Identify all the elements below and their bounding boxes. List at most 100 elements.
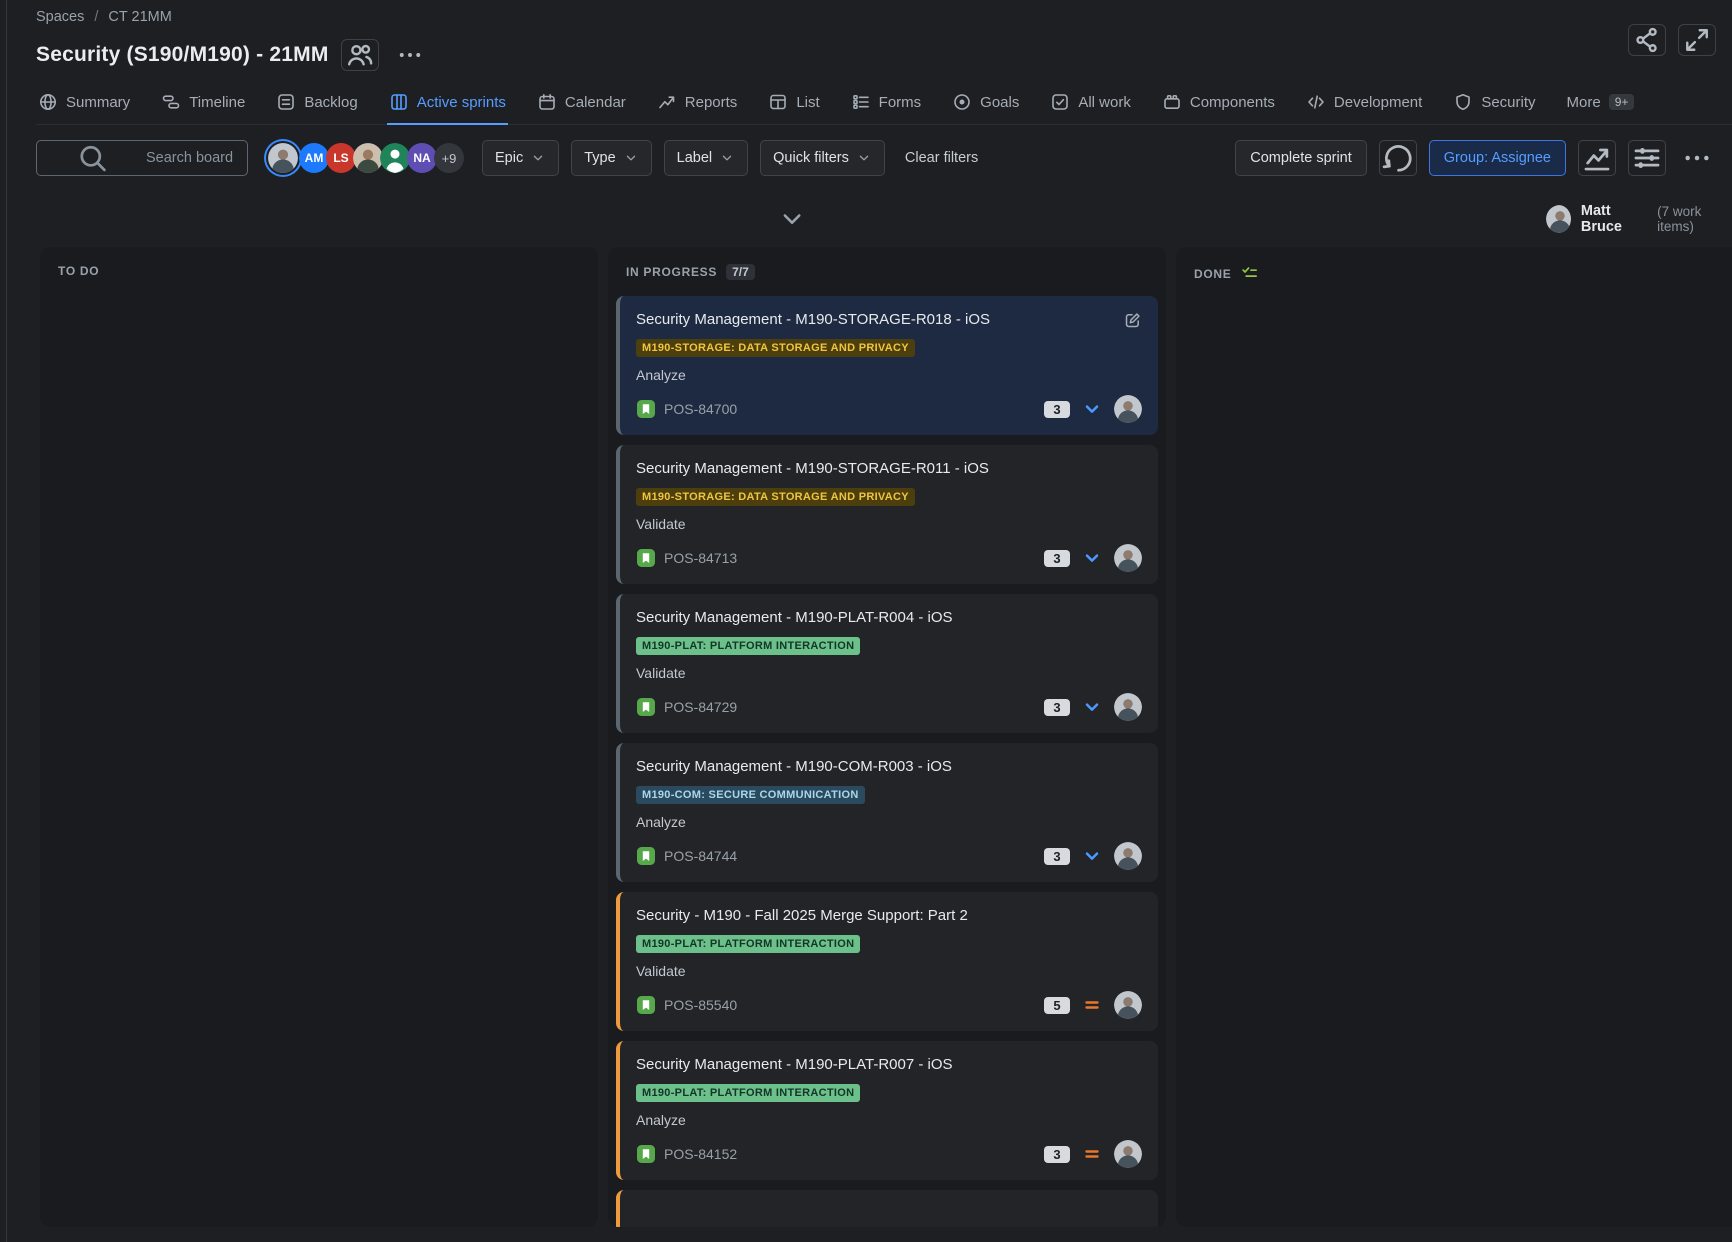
search-input-wrapper[interactable] bbox=[36, 140, 248, 176]
card-title: Security - M190 - Fall 2025 Merge Suppor… bbox=[636, 905, 1142, 926]
avatar[interactable] bbox=[268, 143, 298, 173]
card-label: M190-PLAT: PLATFORM INTERACTION bbox=[636, 637, 860, 655]
avatar[interactable] bbox=[1114, 693, 1142, 721]
card-key[interactable]: POS-84700 bbox=[664, 401, 737, 417]
avatar[interactable] bbox=[1114, 544, 1142, 572]
tab-backlog[interactable]: Backlog bbox=[274, 84, 359, 125]
tab-label: Calendar bbox=[565, 94, 626, 111]
avatar[interactable] bbox=[1114, 1140, 1142, 1168]
people-button[interactable] bbox=[341, 39, 379, 71]
complete-sprint-button[interactable]: Complete sprint bbox=[1235, 140, 1367, 176]
search-input[interactable] bbox=[146, 150, 237, 166]
tab-forms[interactable]: Forms bbox=[849, 84, 924, 125]
card-key[interactable]: POS-84713 bbox=[664, 550, 737, 566]
avatar[interactable]: NA bbox=[407, 143, 437, 173]
card-label: M190-STORAGE: DATA STORAGE AND PRIVACY bbox=[636, 339, 915, 357]
tab-goals[interactable]: Goals bbox=[950, 84, 1021, 125]
breadcrumb-project[interactable]: CT 21MM bbox=[108, 9, 171, 25]
tab-more[interactable]: More9+ bbox=[1565, 84, 1637, 125]
board-card[interactable]: Security - M190 - Fall 2025 Merge Suppor… bbox=[616, 892, 1158, 1031]
tab-components[interactable]: Components bbox=[1160, 84, 1277, 125]
view-settings-button[interactable] bbox=[1628, 140, 1666, 176]
title-more-button[interactable] bbox=[391, 39, 429, 71]
ellipsis-icon bbox=[1679, 141, 1715, 175]
avatar[interactable] bbox=[380, 143, 410, 173]
fullscreen-button[interactable] bbox=[1678, 24, 1716, 56]
card-list bbox=[40, 286, 598, 1227]
filter-label: Label bbox=[677, 150, 712, 166]
chevron-down-icon[interactable] bbox=[48, 203, 1536, 235]
filter-type-dropdown[interactable]: Type bbox=[571, 140, 651, 176]
board-card[interactable]: Security Management - M190-COM-R003 - iO… bbox=[616, 743, 1158, 882]
filter-epic-dropdown[interactable]: Epic bbox=[482, 140, 559, 176]
share-icon bbox=[1629, 25, 1665, 55]
share-button[interactable] bbox=[1628, 24, 1666, 56]
breadcrumb-separator: / bbox=[94, 9, 98, 25]
globe-icon bbox=[38, 92, 58, 112]
edit-icon[interactable] bbox=[1123, 311, 1142, 330]
board-card[interactable]: Security Management - M190-PLAT-R007 - i… bbox=[616, 1041, 1158, 1180]
card-key[interactable]: POS-84744 bbox=[664, 848, 737, 864]
tab-development[interactable]: Development bbox=[1304, 84, 1424, 125]
expand-icon bbox=[1679, 25, 1715, 55]
board-card[interactable]: Security Management - M190-STORAGE-R011 … bbox=[616, 445, 1158, 584]
board-card-partial[interactable] bbox=[616, 1190, 1158, 1227]
people-icon bbox=[342, 40, 378, 70]
card-label: M190-PLAT: PLATFORM INTERACTION bbox=[636, 1084, 860, 1102]
priority-low-icon bbox=[1082, 697, 1102, 717]
ellipsis-icon bbox=[392, 40, 428, 70]
search-icon bbox=[47, 141, 138, 175]
filter-label-dropdown[interactable]: Label bbox=[664, 140, 748, 176]
tab-calendar[interactable]: Calendar bbox=[535, 84, 628, 125]
tab-active-sprints[interactable]: Active sprints bbox=[387, 84, 508, 125]
avatar[interactable] bbox=[1114, 395, 1142, 423]
card-key[interactable]: POS-84152 bbox=[664, 1146, 737, 1162]
avatar[interactable] bbox=[1114, 842, 1142, 870]
tab-reports[interactable]: Reports bbox=[655, 84, 740, 125]
timeline-icon bbox=[161, 92, 181, 112]
card-status: Analyze bbox=[636, 1112, 1142, 1128]
tab-all-work[interactable]: All work bbox=[1048, 84, 1133, 125]
calendar-icon bbox=[537, 92, 557, 112]
filter-quick-filters-dropdown[interactable]: Quick filters bbox=[760, 140, 885, 176]
tab-summary[interactable]: Summary bbox=[36, 84, 132, 125]
priority-low-icon bbox=[1082, 846, 1102, 866]
tab-timeline[interactable]: Timeline bbox=[159, 84, 247, 125]
avatar[interactable]: LS bbox=[326, 143, 356, 173]
tab-label: Forms bbox=[879, 94, 922, 111]
development-icon bbox=[1306, 92, 1326, 112]
column-done: DONE bbox=[1176, 247, 1732, 1227]
avatar-overflow-count[interactable]: +9 bbox=[434, 143, 464, 173]
chevron-down-icon bbox=[719, 150, 735, 166]
chevron-down-icon bbox=[856, 150, 872, 166]
insights-button[interactable] bbox=[1578, 140, 1616, 176]
security-icon bbox=[1453, 92, 1473, 112]
card-title: Security Management - M190-COM-R003 - iO… bbox=[636, 756, 1142, 777]
avatar[interactable] bbox=[1114, 991, 1142, 1019]
estimate-badge: 3 bbox=[1044, 550, 1070, 567]
reports-icon bbox=[657, 92, 677, 112]
avatar[interactable]: AM bbox=[299, 143, 329, 173]
group-by-button[interactable]: Group: Assignee bbox=[1429, 140, 1566, 176]
swimlane-work-item-count: (7 work items) bbox=[1657, 204, 1732, 234]
filter-label: Type bbox=[584, 150, 615, 166]
card-key[interactable]: POS-85540 bbox=[664, 997, 737, 1013]
feedback-loop-button[interactable] bbox=[1379, 140, 1417, 176]
board-card[interactable]: Security Management - M190-STORAGE-R018 … bbox=[616, 296, 1158, 435]
toolbar-more-button[interactable] bbox=[1678, 140, 1716, 176]
tab-list[interactable]: List bbox=[766, 84, 821, 125]
card-title: Security Management - M190-PLAT-R007 - i… bbox=[636, 1054, 1142, 1075]
card-status: Validate bbox=[636, 665, 1142, 681]
swimlane-assignee-name: Matt Bruce bbox=[1581, 203, 1647, 235]
column-header: TO DO bbox=[40, 247, 598, 286]
project-tabs: Summary Timeline Backlog Active sprints Cale… bbox=[36, 84, 1732, 125]
card-key[interactable]: POS-84729 bbox=[664, 699, 737, 715]
breadcrumb-spaces[interactable]: Spaces bbox=[36, 9, 84, 25]
tab-security[interactable]: Security bbox=[1451, 84, 1537, 125]
card-label: M190-COM: SECURE COMMUNICATION bbox=[636, 786, 865, 804]
view-settings-icon bbox=[1629, 141, 1665, 175]
estimate-badge: 3 bbox=[1044, 1146, 1070, 1163]
board-card[interactable]: Security Management - M190-PLAT-R004 - i… bbox=[616, 594, 1158, 733]
avatar[interactable] bbox=[353, 143, 383, 173]
clear-filters-button[interactable]: Clear filters bbox=[905, 150, 978, 166]
